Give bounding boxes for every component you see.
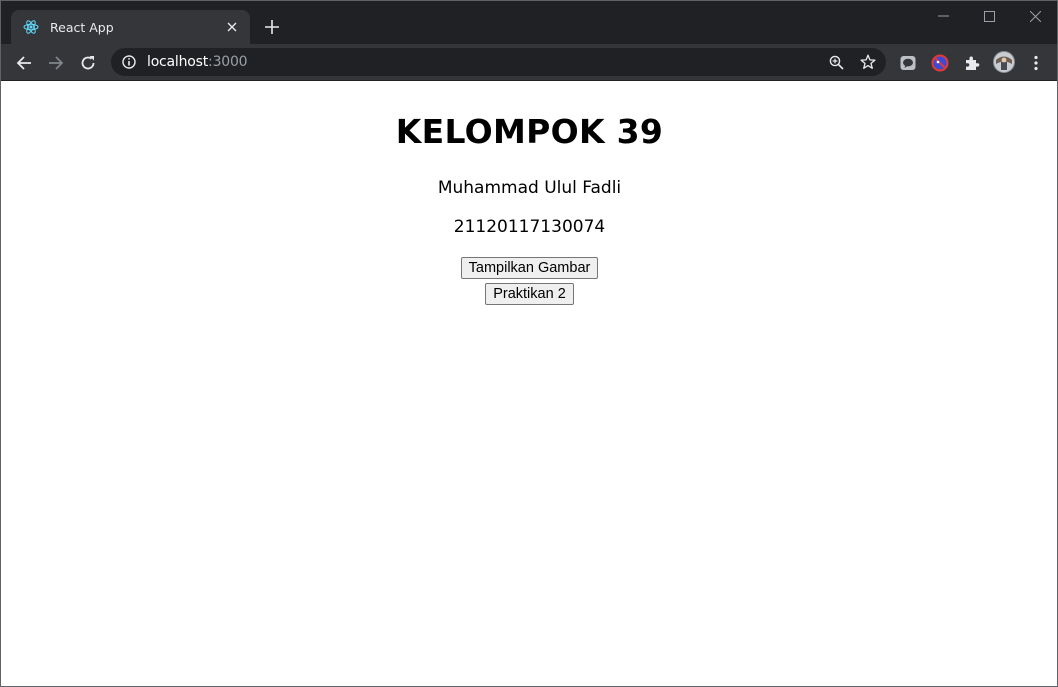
page-viewport: KELOMPOK 39 Muhammad Ulul Fadli 21120117… xyxy=(2,82,1057,686)
maximize-icon xyxy=(983,10,995,22)
zoom-icon[interactable] xyxy=(826,52,846,72)
arrow-right-icon xyxy=(49,56,64,70)
reload-icon xyxy=(81,56,95,70)
kebab-menu-icon[interactable] xyxy=(1026,53,1046,73)
new-tab-button[interactable] xyxy=(261,16,283,38)
address-bar[interactable]: localhost:3000 xyxy=(111,48,886,76)
arrow-left-icon xyxy=(16,56,31,70)
url-host: localhost xyxy=(147,54,209,70)
browser-toolbar: localhost:3000 xyxy=(1,44,1057,81)
tab-react-app[interactable]: React App xyxy=(11,10,250,44)
reload-button[interactable] xyxy=(74,49,102,77)
forward-button[interactable] xyxy=(42,49,70,77)
practicum-button[interactable]: Praktikan 2 xyxy=(485,283,574,305)
browser-window: React App localhost:3000 KELOMPOK 39 Muh… xyxy=(0,0,1058,687)
info-icon[interactable] xyxy=(121,54,137,70)
show-image-button[interactable]: Tampilkan Gambar xyxy=(460,257,599,279)
page-title: KELOMPOK 39 xyxy=(395,112,664,151)
button-group: Tampilkan Gambar Praktikan 2 xyxy=(2,257,1057,305)
close-window-button[interactable] xyxy=(1012,1,1057,31)
minimize-button[interactable] xyxy=(920,1,966,31)
star-icon[interactable] xyxy=(858,52,878,72)
student-id: 21120117130074 xyxy=(453,217,606,237)
url-text: localhost:3000 xyxy=(147,54,248,70)
app-root: KELOMPOK 39 Muhammad Ulul Fadli 21120117… xyxy=(2,112,1057,305)
student-name: Muhammad Ulul Fadli xyxy=(437,178,622,198)
maximize-button[interactable] xyxy=(966,1,1012,31)
tab-title: React App xyxy=(50,19,114,35)
tab-strip: React App xyxy=(1,1,1057,44)
react-logo-icon xyxy=(23,19,39,35)
puzzle-icon[interactable] xyxy=(962,53,982,73)
close-window-icon xyxy=(1029,10,1041,22)
chat-bubble-icon[interactable] xyxy=(898,53,918,73)
close-icon[interactable] xyxy=(222,17,242,37)
back-button[interactable] xyxy=(10,49,38,77)
blocked-icon[interactable] xyxy=(930,53,950,73)
avatar-icon[interactable] xyxy=(992,50,1016,74)
url-port: :3000 xyxy=(208,54,248,70)
plus-icon xyxy=(265,20,279,34)
minimize-icon xyxy=(937,15,949,17)
